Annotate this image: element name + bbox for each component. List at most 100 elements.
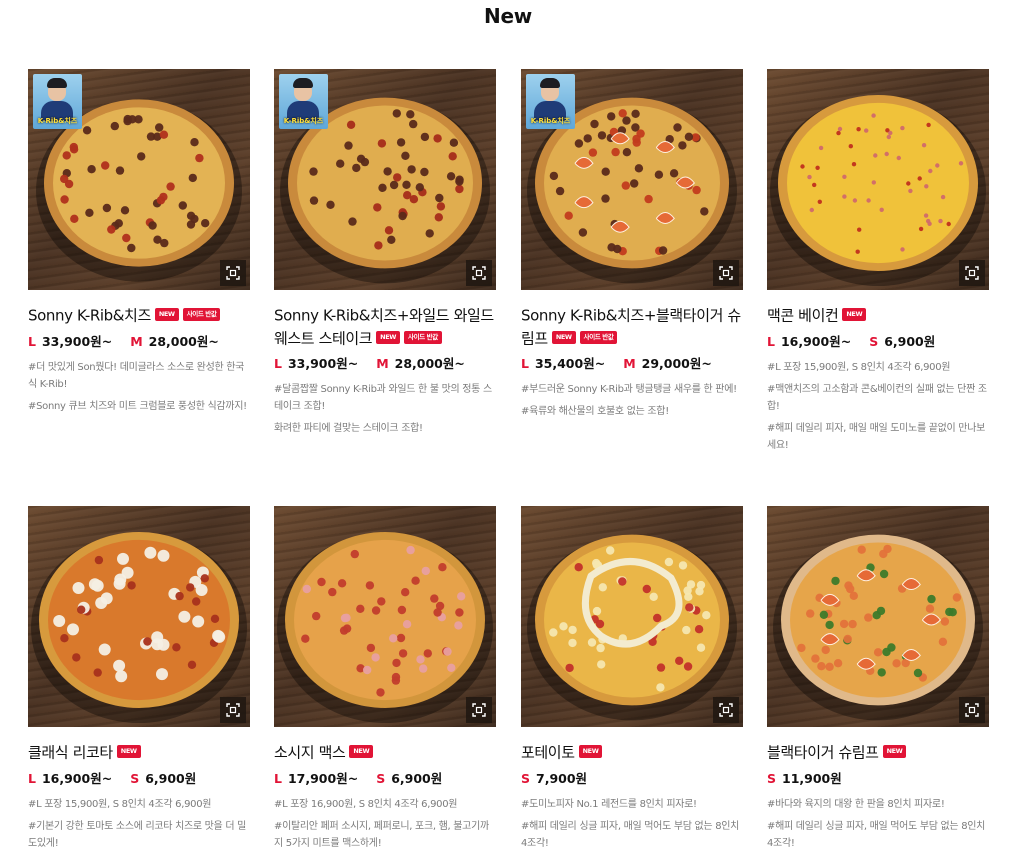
side-half-price-badge: 사이드 반값 — [182, 308, 221, 321]
product-name[interactable]: 소시지 맥스 — [274, 744, 346, 762]
product-card[interactable]: K-Rib&치즈 Sonny K-Rib&치즈+블랙타이거 슈림프 NEW 사이드 … — [521, 69, 743, 425]
price-value: 33,900원~ — [41, 333, 113, 349]
product-name-row: Sonny K-Rib&치즈+블랙타이거 슈림프 NEW 사이드 반값 — [521, 304, 743, 349]
zoom-expand-icon — [226, 266, 240, 280]
price-value: 6,900원 — [145, 770, 197, 786]
price-row: S 7,900원 — [521, 770, 743, 788]
price-row: S 11,900원 — [767, 770, 989, 788]
new-badge: NEW — [154, 308, 179, 321]
product-name[interactable]: 클래식 리코타 — [28, 744, 113, 762]
product-name[interactable]: 블랙타이거 슈림프 — [767, 744, 879, 762]
new-badge: NEW — [376, 330, 401, 344]
product-card[interactable]: K-Rib&치즈 Sonny K-Rib&치즈 NEW 사이드 반값 L 33,900원… — [28, 69, 250, 420]
price-value: 28,000원~ — [394, 356, 465, 371]
product-card[interactable]: 블랙타이거 슈림프 NEW S 11,900원 #바다와 육지의 대왕 한 판을 8인치… — [767, 506, 989, 857]
product-card[interactable]: 소시지 맥스 NEW L 17,900원~ S 6,900원 #L 포장 16,900원, … — [274, 506, 496, 857]
description-line: #Sonny 큐브 치즈와 미트 크럼블로 풍성한 식감까지! — [28, 400, 247, 412]
price-value: 33,900원~ — [287, 356, 359, 371]
description-line: #바다와 육지의 대왕 한 판을 8인치 피자로! — [767, 798, 945, 810]
description-line: 화려한 파티에 걸맞는 스테이크 조합! — [274, 423, 423, 434]
zoom-button[interactable] — [713, 260, 739, 286]
promo-portrait: K-Rib&치즈 — [33, 74, 82, 129]
new-badge: NEW — [551, 330, 576, 344]
product-name-row: Sonny K-Rib&치즈+와일드 와일드 웨스트 스테이크 NEW 사이드 반값 — [274, 304, 496, 349]
size-label: S — [767, 770, 777, 786]
product-image[interactable]: K-Rib&치즈 — [521, 69, 743, 290]
size-label: L — [274, 770, 282, 786]
description-line: #도미노피자 No.1 레전드를 8인치 피자로! — [521, 798, 697, 810]
zoom-button[interactable] — [959, 260, 985, 286]
product-description: #부드러운 Sonny K-Rib과 탱글탱글 새우를 한 판에! #육류와 해산… — [521, 381, 743, 420]
size-label: M — [376, 356, 389, 371]
description-line: #L 포장 15,900원, S 8인치 4조각 6,900원 — [28, 798, 212, 810]
size-label: S — [869, 333, 879, 349]
portrait-hair — [540, 78, 560, 88]
description-line: #달콤짭짤 Sonny K-Rib과 와일드 한 불 맛의 정통 스테이크 조합… — [274, 384, 492, 412]
side-half-price-badge: 사이드 반값 — [404, 330, 442, 344]
price-row: L 17,900원~ S 6,900원 — [274, 770, 496, 788]
zoom-button[interactable] — [466, 260, 492, 286]
zoom-expand-icon — [965, 703, 979, 717]
product-card[interactable]: 클래식 리코타 NEW L 16,900원~ S 6,900원 #L 포장 15,900원,… — [28, 506, 250, 857]
zoom-button[interactable] — [959, 697, 985, 723]
product-name-row: 블랙타이거 슈림프 NEW — [767, 741, 989, 764]
pizza-image — [527, 534, 737, 721]
product-image[interactable]: K-Rib&치즈 — [274, 69, 496, 290]
product-name[interactable]: 맥콘 베이컨 — [767, 307, 839, 325]
portrait-hair — [47, 78, 67, 88]
description-line: #해피 데일리 싱글 피자, 매일 먹어도 부담 없는 8인치 4조각! — [521, 820, 740, 849]
product-image[interactable] — [274, 506, 496, 727]
product-card[interactable]: K-Rib&치즈 Sonny K-Rib&치즈+와일드 와일드 웨스트 스테이크… — [274, 69, 496, 442]
size-label: L — [28, 770, 36, 786]
product-image[interactable]: K-Rib&치즈 — [28, 69, 250, 290]
description-line: #이탈리안 페퍼 소시지, 페퍼로니, 포크, 햄, 불고기까지 5가지 미트를… — [274, 820, 489, 849]
size-label: L — [28, 333, 36, 349]
product-name-row: 클래식 리코타 NEW — [28, 741, 250, 764]
price-value: 28,000원~ — [148, 333, 219, 349]
price-value: 7,900원 — [536, 770, 588, 786]
size-label: S — [521, 770, 531, 786]
description-line: #육류와 해산물의 호불호 없는 조합! — [521, 406, 669, 417]
promo-label: K-Rib&치즈 — [37, 117, 78, 125]
price-row: L 33,900원~ M 28,000원~ — [274, 355, 496, 373]
product-description: #바다와 육지의 대왕 한 판을 8인치 피자로! #해피 데일리 싱글 피자, … — [767, 796, 989, 852]
product-name-row: Sonny K-Rib&치즈 NEW 사이드 반값 — [28, 304, 250, 327]
price-value: 29,000원~ — [641, 356, 712, 371]
price-row: L 33,900원~ M 28,000원~ — [28, 333, 250, 351]
description-line: #해피 데일리 싱글 피자, 매일 먹어도 부담 없는 8인치 4조각! — [767, 820, 986, 849]
size-label: M — [130, 333, 143, 349]
description-line: #기본기 강한 토마토 소스에 리코타 치즈로 맛을 더 밀도있게! — [28, 820, 247, 849]
zoom-expand-icon — [965, 266, 979, 280]
description-line: #부드러운 Sonny K-Rib과 탱글탱글 새우를 한 판에! — [521, 384, 737, 395]
product-name[interactable]: 포테이토 — [521, 744, 575, 762]
product-name[interactable]: Sonny K-Rib&치즈 — [28, 307, 151, 325]
product-card[interactable]: 포테이토 NEW S 7,900원 #도미노피자 No.1 레전드를 8인치 피자로! #… — [521, 506, 743, 857]
zoom-expand-icon — [472, 703, 486, 717]
zoom-button[interactable] — [466, 697, 492, 723]
product-image[interactable] — [767, 506, 989, 727]
zoom-button[interactable] — [220, 697, 246, 723]
price-row: L 16,900원~ S 6,900원 — [767, 333, 989, 351]
product-image[interactable] — [28, 506, 250, 727]
pizza-image — [31, 532, 247, 724]
size-label: M — [623, 356, 636, 371]
product-description: #L 포장 16,900원, S 8인치 4조각 6,900원 #이탈리안 페퍼 … — [274, 796, 496, 852]
product-description: #달콤짭짤 Sonny K-Rib과 와일드 한 불 맛의 정통 스테이크 조합… — [274, 381, 496, 437]
zoom-expand-icon — [719, 266, 733, 280]
product-name-row: 소시지 맥스 NEW — [274, 741, 496, 764]
product-description: #L 포장 15,900원, S 8인치 4조각 6,900원 #기본기 강한 토… — [28, 796, 250, 852]
product-name-row: 포테이토 NEW — [521, 741, 743, 764]
zoom-expand-icon — [226, 703, 240, 717]
product-image[interactable] — [767, 69, 989, 290]
section-title: New — [484, 4, 532, 28]
zoom-button[interactable] — [713, 697, 739, 723]
description-line: #L 포장 15,900원, S 8인치 4조각 6,900원 — [767, 361, 951, 373]
price-value: 6,900원 — [884, 333, 936, 349]
product-card[interactable]: 맥콘 베이컨 NEW L 16,900원~ S 6,900원 #L 포장 15,900원, … — [767, 69, 989, 459]
product-image[interactable] — [521, 506, 743, 727]
zoom-button[interactable] — [220, 260, 246, 286]
price-row: L 16,900원~ S 6,900원 — [28, 770, 250, 788]
new-badge: NEW — [578, 745, 603, 758]
description-line: #더 맛있게 Son뭤다! 데미글라스 소스로 완성한 한국식 K-Rib! — [28, 361, 245, 390]
new-badge: NEW — [842, 308, 867, 321]
